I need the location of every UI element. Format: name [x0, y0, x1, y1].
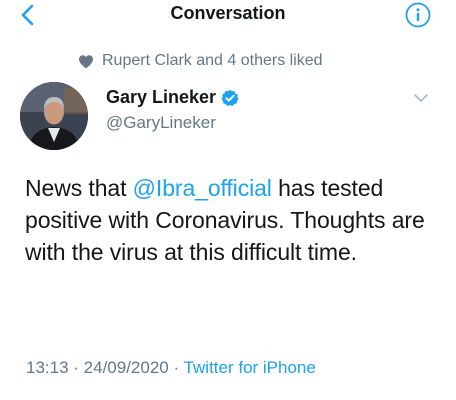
- tweet-text: News that @Ibra_official has tested posi…: [25, 172, 445, 268]
- mention-link[interactable]: @Ibra_official: [133, 175, 272, 201]
- meta-separator: ·: [68, 358, 84, 377]
- verified-icon: [221, 89, 239, 106]
- page-title: Conversation: [170, 3, 286, 23]
- tweet-time: 13:13: [26, 358, 69, 377]
- meta-separator: ·: [168, 358, 184, 377]
- author-name-row[interactable]: Gary Lineker: [106, 87, 239, 108]
- chevron-down-icon[interactable]: [413, 92, 429, 104]
- tweet-metadata: 13:13 · 24/09/2020 · Twitter for iPhone: [26, 358, 316, 378]
- tweet-text-before: News that: [25, 175, 133, 201]
- heart-icon: [79, 54, 93, 68]
- avatar[interactable]: [20, 82, 88, 150]
- info-icon[interactable]: [405, 2, 431, 28]
- author-name: Gary Lineker: [106, 87, 217, 107]
- tweet-source-link[interactable]: Twitter for iPhone: [184, 358, 316, 377]
- social-context: Rupert Clark and 4 others liked: [78, 51, 323, 71]
- avatar-image: [20, 82, 88, 150]
- navigation-bar: Conversation: [0, 0, 456, 30]
- author-handle[interactable]: @GaryLineker: [106, 113, 216, 133]
- social-context-label: Rupert Clark and 4 others liked: [102, 52, 323, 69]
- tweet-date: 24/09/2020: [83, 358, 169, 377]
